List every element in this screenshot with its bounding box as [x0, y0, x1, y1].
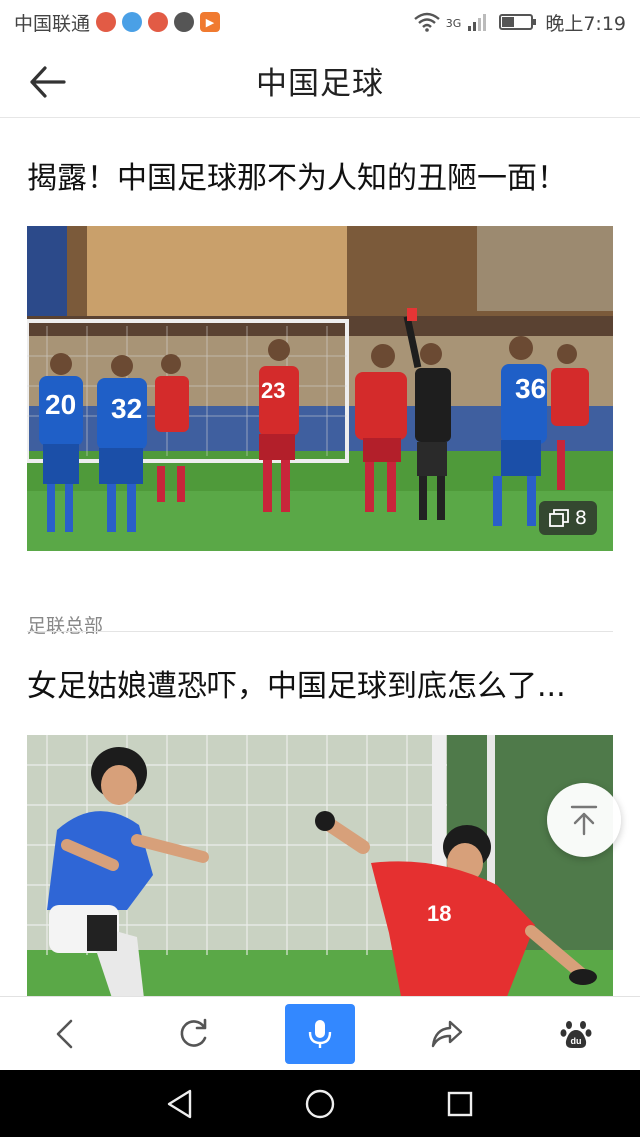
article-title[interactable]: 揭露！中国足球那不为人知的丑陋一面！	[27, 159, 613, 199]
voice-search-button[interactable]	[284, 1003, 355, 1064]
article-card[interactable]: 揭露！中国足球那不为人知的丑陋一面！ 20 32 23 36 8 足联总部	[27, 159, 613, 637]
article-source: 足联总部	[27, 615, 104, 637]
top-header: 中国足球	[0, 44, 640, 118]
app-notification-icon	[96, 12, 117, 32]
jersey-number: 23	[261, 378, 285, 403]
nav-back-button[interactable]	[160, 1084, 200, 1124]
back-button[interactable]	[26, 62, 70, 102]
article-divider	[27, 631, 613, 632]
baidu-paw-icon: du	[560, 1020, 592, 1048]
clock: 晚上7:19	[545, 12, 626, 35]
article-title[interactable]: 女足姑娘遭恐吓，中国足球到底怎么了...	[27, 667, 613, 707]
refresh-button[interactable]	[157, 1004, 229, 1064]
carrier-name: 中国联通	[14, 12, 91, 35]
back-icon	[56, 1019, 73, 1048]
scroll-to-top-button[interactable]	[547, 783, 621, 857]
signal-icon	[468, 14, 487, 31]
network-type: 3G	[445, 16, 462, 30]
page-title: 中国足球	[256, 66, 384, 102]
circle-home-icon	[305, 1089, 335, 1118]
camera-app-icon	[174, 12, 195, 32]
jersey-number: 36	[515, 373, 546, 404]
jersey-number: 32	[111, 393, 142, 424]
status-bar: 中国联通 ▶ 3G 晚上7:19	[0, 0, 640, 44]
wifi-icon	[414, 12, 440, 32]
soccer-match-photo: 20 32 23 36	[27, 226, 613, 551]
video-app-icon: ▶	[200, 12, 221, 32]
microphone-icon	[308, 1019, 332, 1048]
browser-toolbar: du	[0, 996, 640, 1070]
refresh-icon	[180, 1018, 206, 1047]
womens-soccer-photo: 18	[27, 735, 613, 996]
baidu-logo-text: du	[570, 1036, 581, 1046]
gallery-icon	[549, 509, 569, 527]
baidu-button[interactable]: du	[540, 1004, 612, 1064]
jersey-number: 18	[427, 901, 451, 926]
jersey-number: 20	[45, 389, 76, 420]
news-feed[interactable]: 揭露！中国足球那不为人知的丑陋一面！ 20 32 23 36 8 足联总部 女足…	[0, 119, 640, 996]
square-recents-icon	[447, 1091, 473, 1116]
nav-recents-button[interactable]	[440, 1084, 480, 1124]
article-photo[interactable]: 20 32 23 36 8	[27, 226, 613, 551]
nav-home-button[interactable]	[300, 1084, 340, 1124]
share-icon	[432, 1020, 463, 1047]
image-count-badge: 8	[538, 501, 597, 535]
article-card[interactable]: 女足姑娘遭恐吓，中国足球到底怎么了... 18	[27, 667, 613, 996]
app-notification-icon	[148, 12, 169, 32]
back-button[interactable]	[28, 1004, 100, 1064]
arrow-left-icon	[30, 66, 66, 98]
arrow-up-icon	[570, 805, 598, 836]
triangle-back-icon	[167, 1089, 192, 1118]
image-count: 8	[574, 507, 587, 529]
battery-icon	[499, 14, 537, 30]
share-button[interactable]	[411, 1004, 483, 1064]
telegram-icon	[122, 12, 143, 32]
article-photo[interactable]: 18	[27, 735, 613, 996]
system-navigation-bar	[0, 1070, 640, 1137]
